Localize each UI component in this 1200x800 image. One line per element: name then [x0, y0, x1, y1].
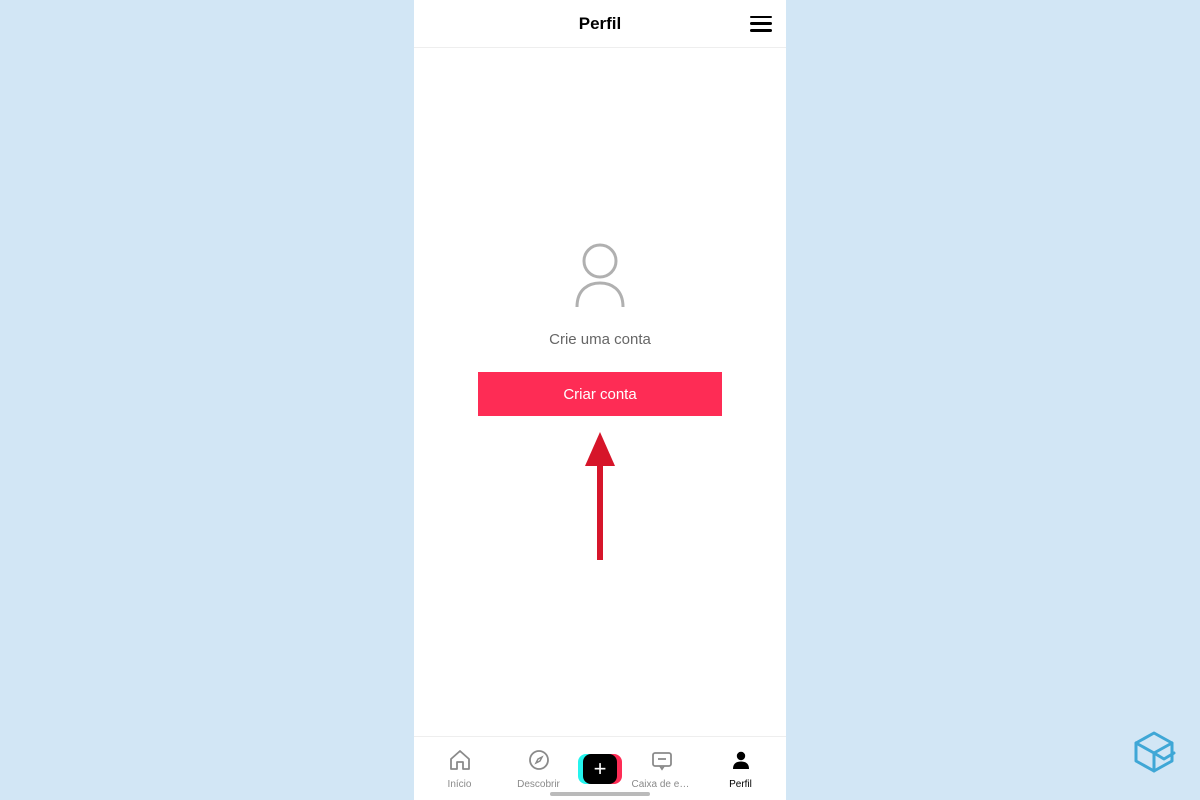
inbox-icon: [650, 748, 674, 777]
create-account-prompt: Crie uma conta: [549, 331, 651, 348]
page-title: Perfil: [579, 14, 622, 34]
home-indicator: [550, 792, 650, 796]
menu-icon[interactable]: [750, 16, 772, 32]
create-account-button-label: Criar conta: [563, 386, 636, 403]
nav-discover[interactable]: Descobrir: [499, 748, 578, 790]
nav-inbox-label: Caixa de entr...: [632, 779, 692, 790]
header-bar: Perfil: [414, 0, 786, 48]
profile-empty-state: Crie uma conta Criar conta: [414, 48, 786, 736]
nav-inbox[interactable]: Caixa de entr...: [622, 748, 701, 790]
nav-discover-label: Descobrir: [517, 779, 560, 790]
home-icon: [448, 748, 472, 777]
bottom-nav: Início Descobrir + Caixa de entr... Perf…: [414, 736, 786, 800]
nav-profile-label: Perfil: [729, 779, 752, 790]
plus-icon: +: [583, 754, 617, 784]
compass-icon: [527, 748, 551, 777]
nav-home-label: Início: [448, 779, 472, 790]
nav-profile[interactable]: Perfil: [701, 748, 780, 790]
create-account-button[interactable]: Criar conta: [478, 372, 722, 416]
phone-frame: Perfil Crie uma conta Criar conta Início: [414, 0, 786, 800]
person-icon: [571, 243, 629, 309]
nav-create-button[interactable]: +: [578, 754, 622, 784]
profile-icon: [729, 748, 753, 777]
watermark-icon: [1130, 729, 1178, 782]
nav-home[interactable]: Início: [420, 748, 499, 790]
